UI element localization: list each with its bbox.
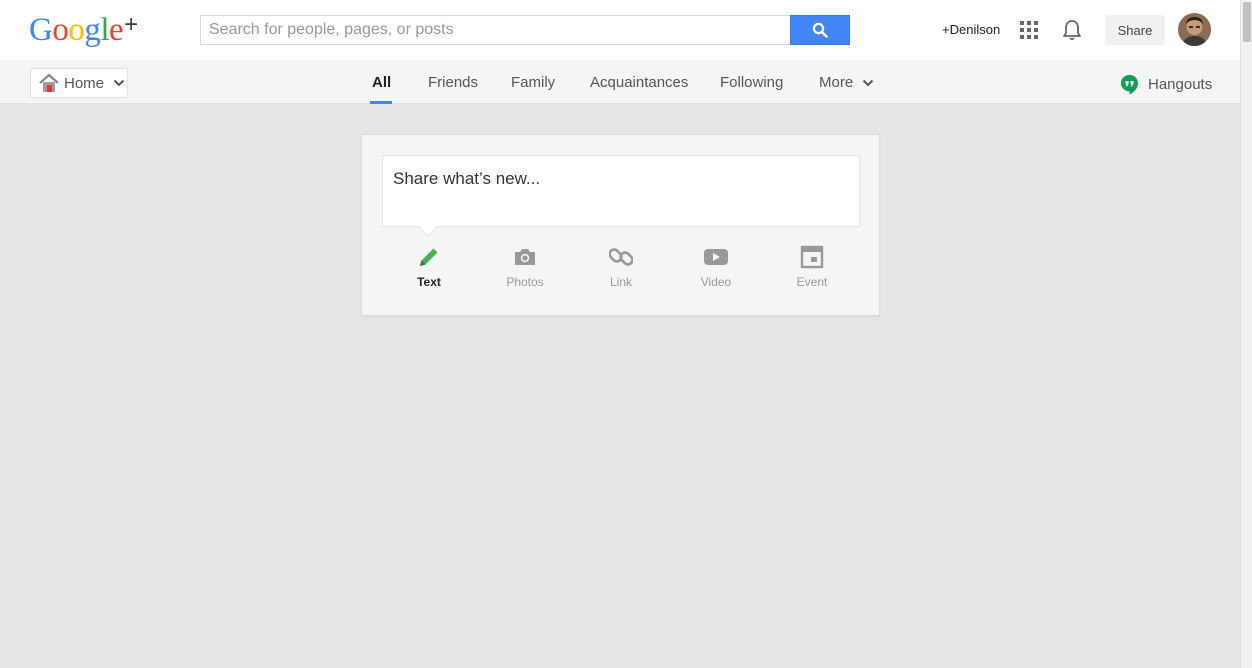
hangouts-icon: [1121, 75, 1138, 95]
pencil-icon: [420, 248, 438, 266]
profile-link[interactable]: +Denilson: [942, 22, 1000, 37]
stream-nav-bar: Home All Friends Family Acquaintances Fo…: [0, 60, 1240, 104]
page-scrollbar[interactable]: [1240, 0, 1252, 668]
search-icon: [812, 22, 828, 38]
tab-acquaintances[interactable]: Acquaintances: [590, 74, 688, 91]
event-tool-label: Event: [796, 275, 828, 289]
apps-grid-icon[interactable]: [1020, 21, 1038, 39]
bell-icon[interactable]: [1062, 19, 1082, 41]
link-tool-button[interactable]: Link: [586, 245, 656, 289]
video-tool-button[interactable]: Video: [681, 245, 751, 289]
share-box-pointer: [418, 217, 438, 237]
tab-more[interactable]: More: [819, 74, 874, 91]
hangouts-button[interactable]: Hangouts: [1120, 74, 1212, 95]
chevron-down-icon: [863, 79, 874, 87]
avatar[interactable]: [1178, 13, 1211, 46]
share-input[interactable]: Share what’s new...: [382, 155, 860, 237]
text-tool-button[interactable]: Text: [394, 245, 464, 289]
tab-friends[interactable]: Friends: [428, 74, 478, 91]
tab-following[interactable]: Following: [720, 74, 783, 91]
camera-icon: [515, 249, 535, 265]
photos-tool-button[interactable]: Photos: [490, 245, 560, 289]
tab-family[interactable]: Family: [511, 74, 555, 91]
photos-tool-label: Photos: [506, 275, 544, 289]
video-tool-label: Video: [700, 275, 732, 289]
google-plus-logo[interactable]: Google+: [29, 11, 138, 52]
top-bar: Google+ +Denilson Share: [0, 0, 1240, 60]
tab-all[interactable]: All: [372, 74, 391, 91]
link-icon: [609, 248, 633, 266]
home-dropdown[interactable]: Home: [30, 68, 128, 98]
link-tool-label: Link: [609, 275, 632, 289]
search-button[interactable]: [790, 15, 850, 45]
share-placeholder: Share what’s new...: [393, 169, 541, 188]
scrollbar-thumb[interactable]: [1243, 2, 1251, 42]
text-tool-label: Text: [417, 275, 441, 289]
event-tool-button[interactable]: Event: [777, 245, 847, 289]
share-card: Share what’s new... Text Photos Link Vid…: [361, 134, 880, 316]
event-icon: [800, 245, 824, 269]
home-label: Home: [64, 74, 105, 92]
video-icon: [704, 249, 728, 265]
home-icon: [39, 73, 59, 92]
hangouts-label: Hangouts: [1148, 76, 1213, 93]
share-button[interactable]: Share: [1105, 15, 1165, 45]
chevron-down-icon: [113, 79, 125, 87]
search-input[interactable]: [200, 15, 790, 45]
active-tab-indicator: [370, 101, 392, 104]
tab-more-label: More: [819, 74, 854, 91]
